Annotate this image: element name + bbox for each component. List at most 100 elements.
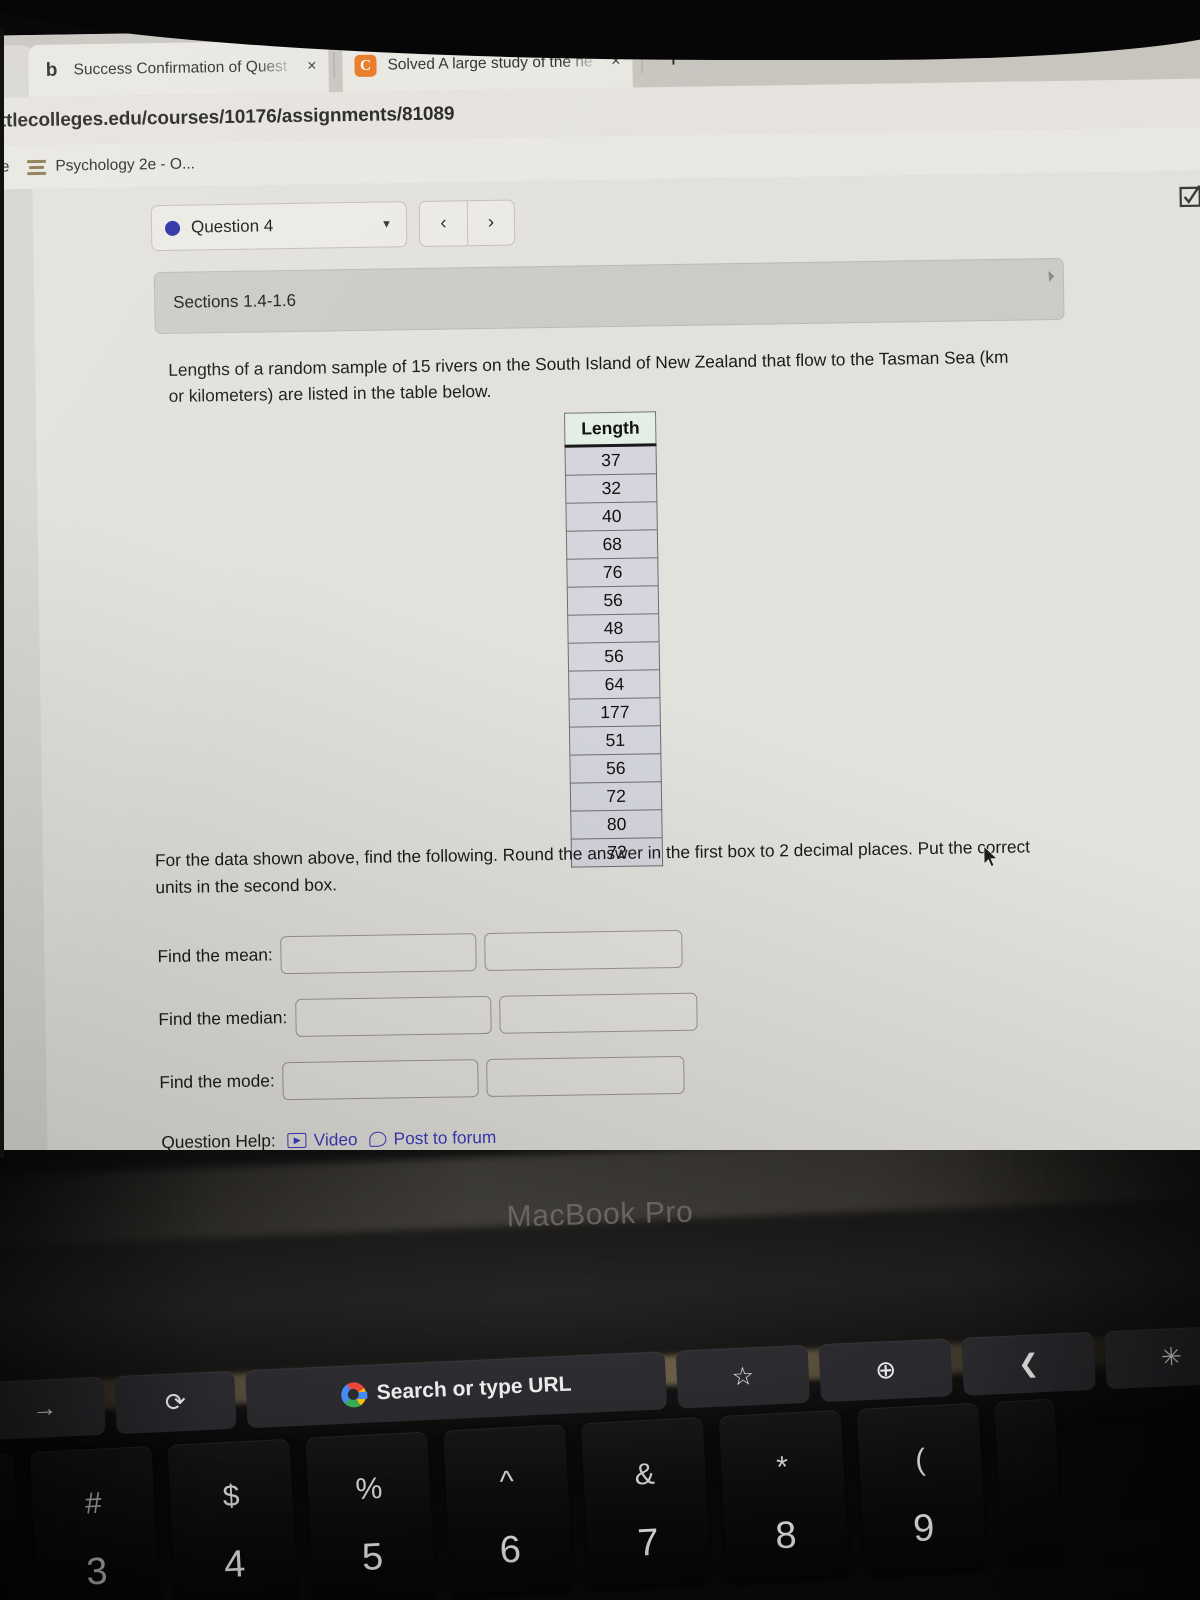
table-cell-length: 56 [569,753,662,784]
key-shift-symbol: # [84,1486,103,1521]
search-url-label: Search or type URL [376,1372,572,1405]
keyboard-key-3[interactable]: #3 [29,1445,161,1600]
mouse-cursor-icon [983,845,999,868]
chevron-left-icon: ❮ [1017,1348,1040,1378]
answer-row: Find the mean: [157,915,778,988]
answer-row: Find the mode: [159,1041,780,1114]
video-link-label: Video [313,1129,358,1150]
answer-value-input[interactable] [294,995,492,1037]
table-row: 32 [565,473,658,504]
touchbar-search-url-field[interactable]: Search or type URL [245,1351,668,1429]
stacked-books-icon [27,159,47,175]
answer-value-input[interactable] [280,932,478,974]
table-cell-length: 32 [565,473,658,504]
tab-divider [333,52,335,79]
key-shift-symbol: $ [221,1479,241,1514]
key-shift-symbol: % [354,1471,384,1507]
answer-rows: Find the mean: Find the median: Find the m… [157,915,780,1114]
keyboard-key-partial[interactable] [0,1453,23,1600]
post-to-forum-link[interactable]: Post to forum [369,1127,496,1150]
browser-screen: × b Success Confirmation of Quest × C So… [0,16,1200,1186]
touchbar-brightness-icon[interactable]: ✳ [1104,1325,1200,1390]
screen-left-edge [0,28,4,1158]
key-shift-symbol: ^ [498,1465,515,1499]
table-cell-length: 56 [568,641,660,672]
next-question-button[interactable]: › [466,200,515,246]
previous-question-button[interactable]: ‹ [420,201,468,246]
keyboard-key-4[interactable]: $4 [167,1438,298,1600]
chevron-down-icon[interactable]: ▼ [381,218,392,230]
checked-box-icon[interactable] [1178,185,1200,209]
keyboard-key-6[interactable]: ^ 6 [442,1424,574,1596]
key-shift-symbol: * [775,1450,790,1485]
table-row: 51 [569,725,662,756]
table-cell-length: 177 [568,697,661,728]
bookmark-item-psychology[interactable]: Psychology 2e - O... [27,155,195,176]
question-prompt: Lengths of a random sample of 15 rivers … [168,346,1009,406]
table-header-row: Length [564,411,657,447]
table-row: 68 [566,529,659,560]
touchbar-chevron-left-icon[interactable]: ❮ [961,1331,1096,1396]
table-row: 40 [565,501,658,532]
table-cell-length: 80 [570,809,663,840]
table-cell-length: 56 [567,585,659,616]
answer-units-input[interactable] [498,992,698,1034]
table-row: 48 [567,613,660,644]
key-shift-symbol [996,1437,1056,1440]
table-row: 72 [570,781,663,812]
play-button-icon: ▶ [287,1132,307,1149]
answer-row-label: Find the mean: [157,944,273,967]
touchbar-forward-arrow-icon[interactable]: → [0,1376,106,1441]
sections-panel: Sections 1.4-1.6 ◥ [153,257,1065,335]
keyboard-key-7[interactable]: & 7 [580,1417,712,1589]
bing-favicon: b [45,59,58,81]
table-cell-length: 37 [565,444,657,476]
answer-units-input[interactable] [484,929,683,971]
table-row: 56 [568,641,660,672]
table-row: 37 [565,444,657,476]
chegg-favicon: C [354,54,377,77]
keyboard-key-9[interactable]: (9 [856,1402,987,1574]
table-cell-length: 64 [568,669,661,700]
table-row: 80 [570,809,663,840]
key-number: 8 [774,1514,798,1558]
key-number [1002,1543,1062,1546]
forum-link-label: Post to forum [393,1126,497,1149]
answer-row-label: Find the mode: [159,1070,275,1093]
key-number: 4 [223,1543,247,1587]
question-selector-dropdown[interactable]: Question 4 ▼ [150,201,408,252]
bookmark-label: Psychology 2e - O... [55,155,196,175]
keyboard-key-partial[interactable] [994,1398,1063,1567]
answer-units-input[interactable] [486,1055,685,1097]
key-number: 7 [636,1521,660,1565]
page-body: Question 4 ▼ ‹ › Sections 1.4-1.6 ◥ Leng… [0,170,1200,1186]
touchbar-reload-icon[interactable]: ⟳ [114,1370,237,1435]
laptop-photo: × b Success Confirmation of Quest × C So… [0,0,1200,1600]
key-shift-symbol: & [633,1457,656,1492]
table-cell-length: 40 [565,501,658,532]
keyboard-key-5[interactable]: % 5 [305,1431,436,1600]
touchbar-bookmark-star-icon[interactable]: ☆ [675,1344,811,1409]
video-help-link[interactable]: ▶ Video [287,1129,358,1151]
column-header-length: Length [564,411,657,447]
url-text: attlecolleges.edu/courses/10176/assignme… [0,103,455,132]
keyboard-key-8[interactable]: * 8 [718,1409,850,1581]
table-row: 56 [567,585,659,616]
answer-value-input[interactable] [282,1058,480,1100]
reload-icon: ⟳ [164,1387,187,1417]
new-tab-plus-icon: ⊕ [874,1355,897,1385]
resize-handle-icon[interactable]: ◥ [1043,270,1056,283]
brightness-icon: ✳ [1160,1342,1183,1372]
forward-arrow-icon: → [31,1393,58,1423]
touchbar-new-tab-plus-icon[interactable]: ⊕ [818,1338,953,1403]
question-status-dot [164,220,181,236]
tab-title: Success Confirmation of Quest [73,58,288,79]
key-number: 6 [498,1528,522,1572]
speech-bubble-icon [369,1131,387,1147]
bookmark-star-icon: ☆ [730,1361,755,1391]
length-data-table: Length 37 32 40 68 76 56 48 56 64 177 51 56 72 80 72 [564,411,663,868]
answer-row: Find the median: [158,978,779,1051]
browser-tab-success-confirmation[interactable]: b Success Confirmation of Quest × [28,40,329,98]
tab-close-icon[interactable]: × [307,58,317,75]
google-logo-icon [340,1381,367,1408]
